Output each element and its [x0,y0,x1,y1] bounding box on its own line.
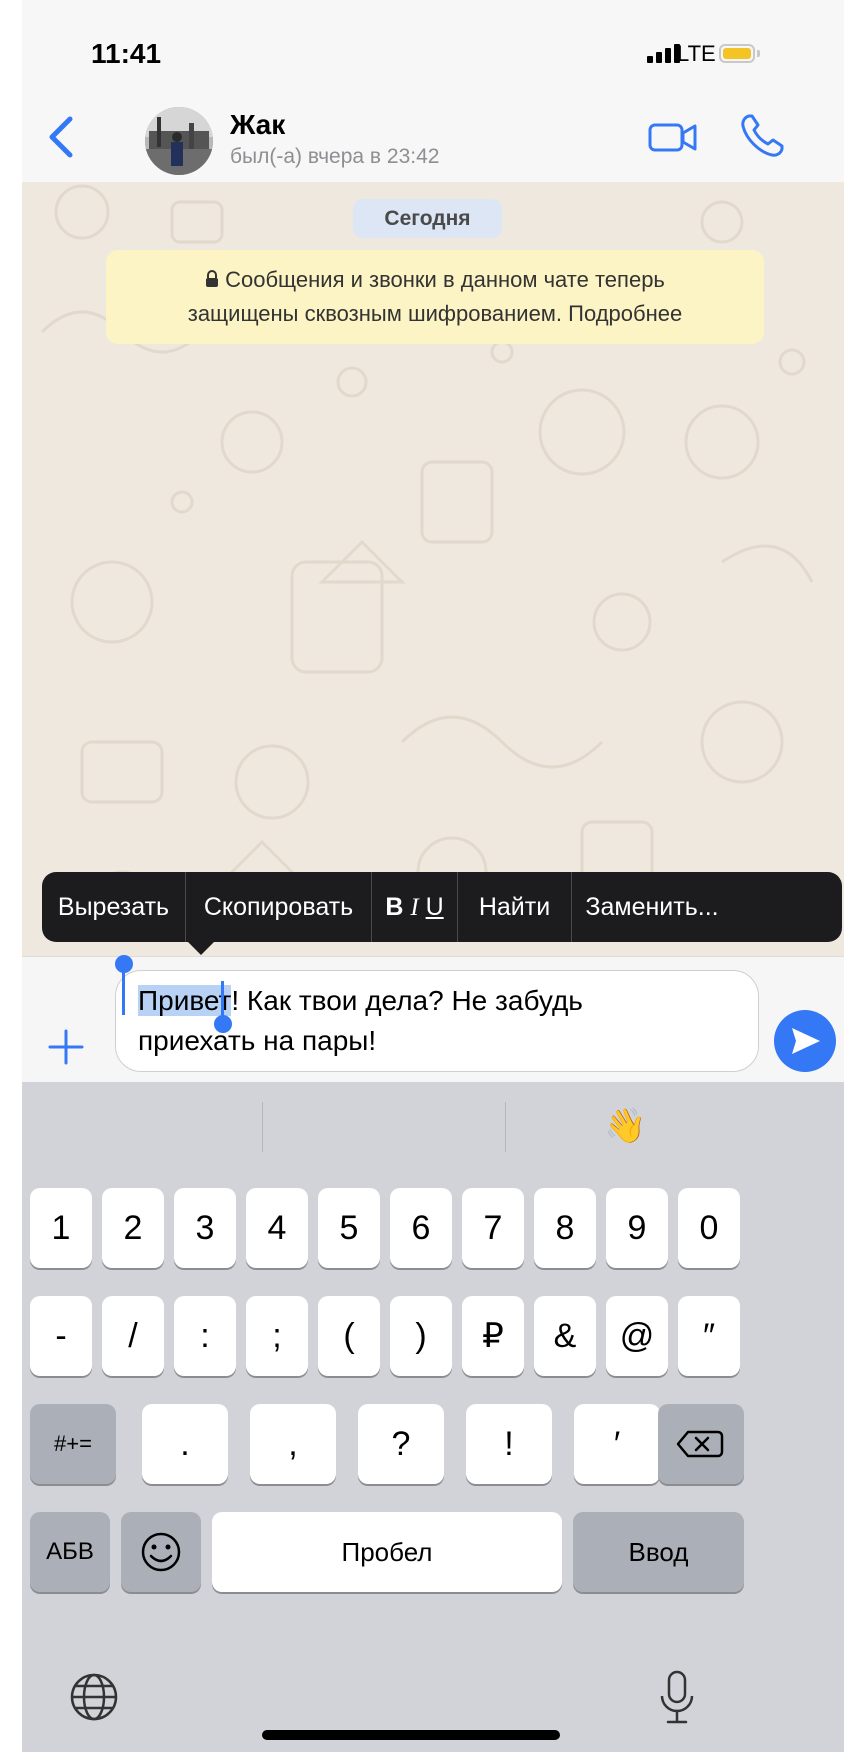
key-1[interactable]: 1 [30,1188,92,1268]
lock-icon [205,264,219,297]
contact-avatar[interactable] [145,107,213,175]
suggestion-divider [262,1102,263,1152]
emoji-face-icon [141,1532,181,1572]
key-emoji[interactable] [121,1512,201,1592]
selection-start-bar [122,971,125,1015]
key-9[interactable]: 9 [606,1188,668,1268]
status-bar: 11:41 LTE [22,0,844,95]
underline-label: U [425,893,444,921]
message-line1-rest: ! Как твои дела? Не забудь [231,985,583,1016]
menu-copy[interactable]: Скопировать [186,872,372,942]
contact-name[interactable]: Жак [230,109,285,141]
date-separator: Сегодня [353,199,502,238]
menu-pointer [187,941,215,955]
encryption-line1-text: Сообщения и звонки в данном чате теперь [225,267,665,292]
key-6[interactable]: 6 [390,1188,452,1268]
message-line1: Привет! Как твои дела? Не забудь [138,981,758,1021]
key-period[interactable]: . [142,1404,228,1484]
menu-cut[interactable]: Вырезать [42,872,186,942]
key-letters[interactable]: АБВ [30,1512,110,1592]
key-4[interactable]: 4 [246,1188,308,1268]
microphone-icon[interactable] [654,1668,700,1728]
signal-strength-icon [647,44,680,63]
attach-plus-icon[interactable] [46,1027,86,1067]
globe-icon[interactable] [67,1670,121,1724]
key-ruble[interactable]: ₽ [462,1296,524,1376]
key-paren-open[interactable]: ( [318,1296,380,1376]
menu-find[interactable]: Найти [458,872,572,942]
selected-text[interactable]: Привет [138,985,232,1016]
key-hyphen[interactable]: - [30,1296,92,1376]
key-backspace[interactable] [658,1404,744,1484]
chat-header: Жак был(-а) вчера в 23:42 [22,95,844,183]
bold-label: B [385,893,404,921]
selection-end-handle[interactable] [214,1015,232,1033]
message-input-bar: Привет! Как твои дела? Не забудь приехат… [22,955,844,1083]
key-apostrophe[interactable]: ′ [574,1404,660,1484]
key-0[interactable]: 0 [678,1188,740,1268]
encryption-notice-line2: защищены сквозным шифрованием. Подробнее [187,301,683,326]
key-comma[interactable]: , [250,1404,336,1484]
phone-call-icon[interactable] [737,111,787,161]
suggestion-divider [505,1102,506,1152]
backspace-icon [676,1430,724,1458]
send-button[interactable] [774,1010,836,1072]
network-type: LTE [677,41,716,66]
key-exclamation[interactable]: ! [466,1404,552,1484]
key-quote[interactable]: ″ [678,1296,740,1376]
back-chevron-icon[interactable] [42,113,82,161]
send-arrow-icon [792,1028,820,1054]
key-3[interactable]: 3 [174,1188,236,1268]
text-context-menu: Вырезать Скопировать B I U Найти Заменит… [42,872,842,942]
key-at[interactable]: @ [606,1296,668,1376]
italic-label: I [410,894,419,921]
menu-format-biu[interactable]: B I U [372,872,458,942]
key-space[interactable]: Пробел [212,1512,562,1592]
key-5[interactable]: 5 [318,1188,380,1268]
key-symbols[interactable]: #+= [30,1404,116,1484]
suggestion-emoji[interactable]: 👋 [604,1106,646,1146]
key-7[interactable]: 7 [462,1188,524,1268]
status-time: 11:41 [91,38,162,69]
key-colon[interactable]: : [174,1296,236,1376]
keyboard: 👋 1 2 3 4 5 6 7 8 9 0 - / : ; ( ) ₽ & @ … [22,1082,844,1752]
contact-last-seen: был(-а) вчера в 23:42 [230,145,440,168]
encryption-notice[interactable]: Сообщения и звонки в данном чате теперь … [106,250,764,344]
key-return[interactable]: Ввод [573,1512,744,1592]
home-indicator[interactable] [262,1730,560,1740]
key-slash[interactable]: / [102,1296,164,1376]
key-8[interactable]: 8 [534,1188,596,1268]
key-ampersand[interactable]: & [534,1296,596,1376]
suggestion-bar: 👋 [22,1082,844,1178]
key-2[interactable]: 2 [102,1188,164,1268]
video-call-icon[interactable] [647,117,701,157]
key-paren-close[interactable]: ) [390,1296,452,1376]
chat-background: Сегодня Сообщения и звонки в данном чате… [22,182,844,956]
battery-tip [757,50,760,57]
menu-replace[interactable]: Заменить... [572,872,732,942]
battery-icon [719,44,755,63]
key-question[interactable]: ? [358,1404,444,1484]
encryption-notice-line1: Сообщения и звонки в данном чате теперь [106,263,764,297]
key-semicolon[interactable]: ; [246,1296,308,1376]
message-text-field[interactable]: Привет! Как твои дела? Не забудь приехат… [115,970,759,1072]
